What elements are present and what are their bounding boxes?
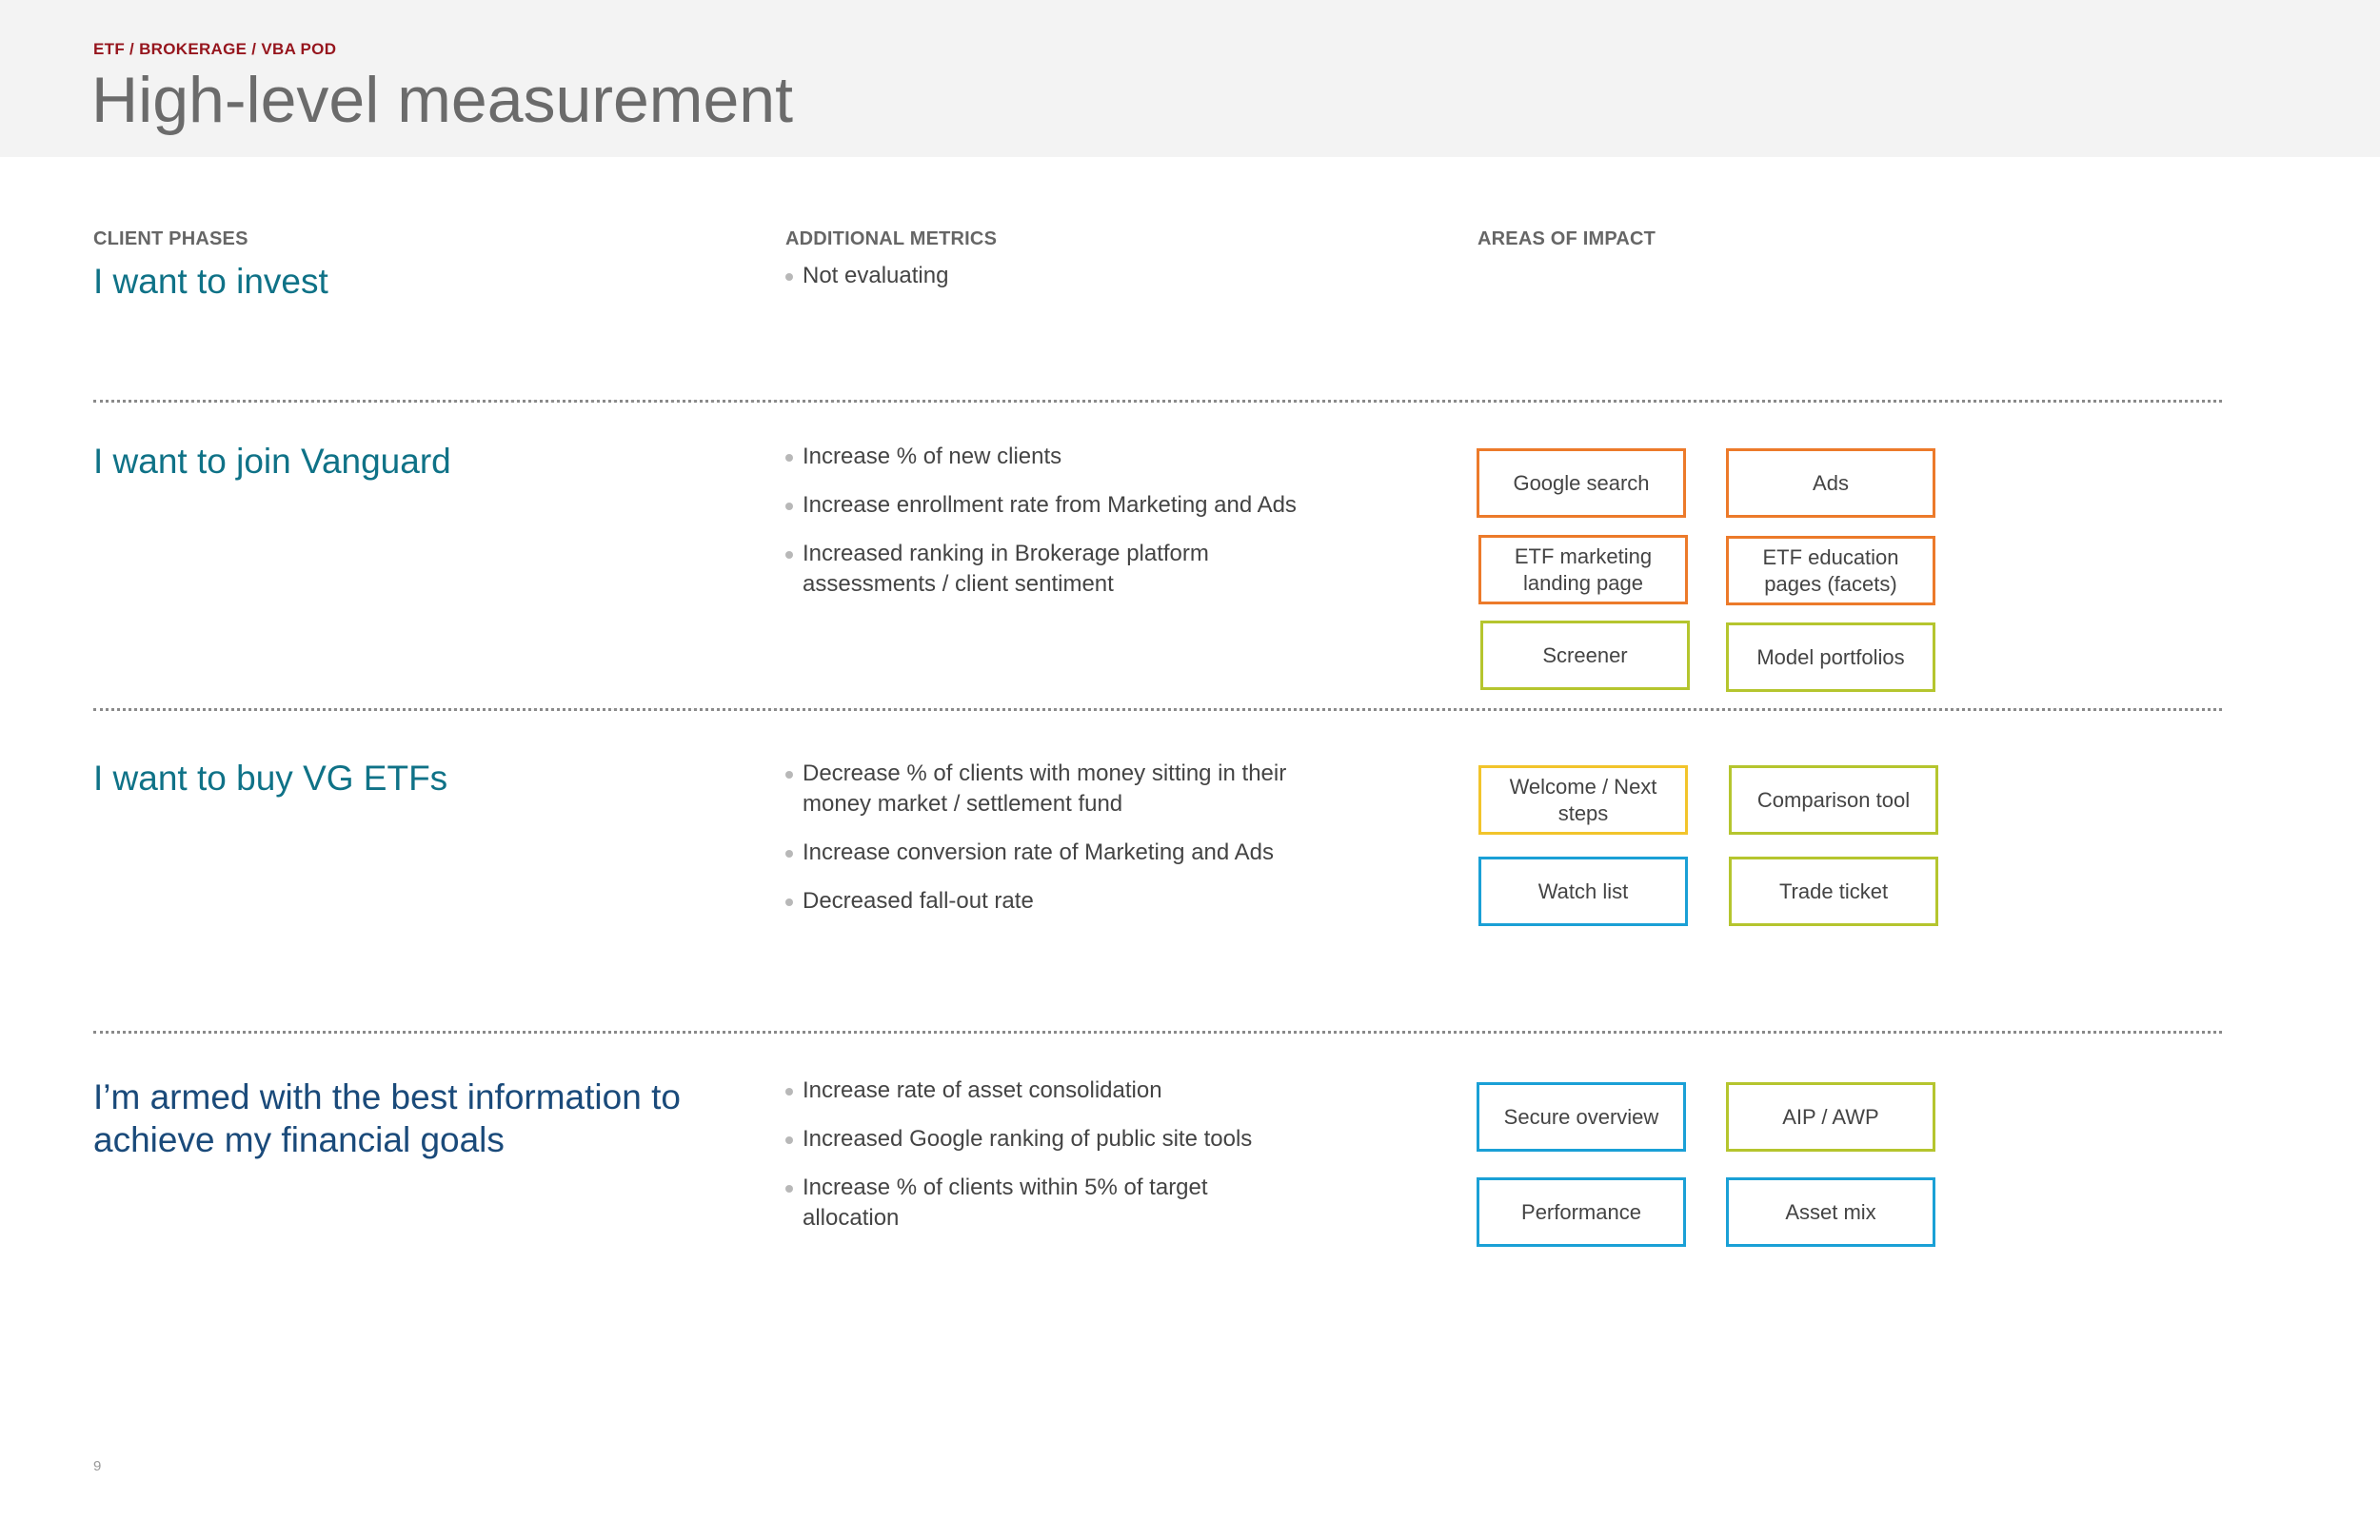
impact-screener: Screener bbox=[1480, 621, 1690, 690]
breadcrumb: ETF / BROKERAGE / VBA POD bbox=[93, 40, 337, 58]
metric-item: Decrease % of clients with money sitting… bbox=[785, 759, 1355, 819]
impact-watch-list: Watch list bbox=[1478, 857, 1688, 926]
bullet-dot-icon bbox=[785, 771, 793, 779]
header-band: ETF / BROKERAGE / VBA POD High-level mea… bbox=[0, 0, 2380, 157]
metrics-list-invest: Not evaluating bbox=[785, 261, 1357, 309]
impact-trade-ticket: Trade ticket bbox=[1729, 857, 1938, 926]
page-title: High-level measurement bbox=[91, 64, 793, 136]
bullet-dot-icon bbox=[785, 1088, 793, 1096]
row-divider bbox=[93, 400, 2222, 403]
metric-item: Decreased fall-out rate bbox=[785, 886, 1357, 917]
row-divider bbox=[93, 1031, 2222, 1034]
metric-text: Increase conversion rate of Marketing an… bbox=[803, 839, 1274, 865]
phase-title-armed-with-information: I’m armed with the best information to a… bbox=[93, 1077, 681, 1159]
bullet-dot-icon bbox=[785, 503, 793, 510]
metric-item: Increased Google ranking of public site … bbox=[785, 1124, 1357, 1155]
metric-text: Decreased fall-out rate bbox=[803, 888, 1034, 914]
metric-text: Increased ranking in Brokerage platform … bbox=[803, 541, 1209, 597]
metric-item: Increase % of new clients bbox=[785, 442, 1357, 472]
metric-item: Increase enrollment rate from Marketing … bbox=[785, 490, 1357, 521]
metrics-list-armed-with-information: Increase rate of asset consolidation Inc… bbox=[785, 1076, 1357, 1252]
impact-asset-mix: Asset mix bbox=[1726, 1177, 1935, 1247]
phase-title-buy-vg-etfs: I want to buy VG ETFs bbox=[93, 759, 448, 798]
page-number: 9 bbox=[93, 1458, 102, 1474]
impact-performance: Performance bbox=[1477, 1177, 1686, 1247]
impact-ads: Ads bbox=[1726, 448, 1935, 518]
impact-secure-overview: Secure overview bbox=[1477, 1082, 1686, 1152]
metric-text: Decrease % of clients with money sitting… bbox=[803, 760, 1287, 817]
metric-text: Increase rate of asset consolidation bbox=[803, 1077, 1162, 1103]
metric-text: Increase % of clients within 5% of targe… bbox=[803, 1175, 1208, 1231]
bullet-dot-icon bbox=[785, 273, 793, 281]
metric-item: Increase % of clients within 5% of targe… bbox=[785, 1173, 1279, 1234]
bullet-dot-icon bbox=[785, 1136, 793, 1144]
impact-google-search: Google search bbox=[1477, 448, 1686, 518]
column-heading-client-phases: CLIENT PHASES bbox=[93, 228, 248, 249]
metric-text: Increase enrollment rate from Marketing … bbox=[803, 492, 1297, 518]
metric-item: Increase conversion rate of Marketing an… bbox=[785, 838, 1357, 868]
metrics-list-join-vanguard: Increase % of new clients Increase enrol… bbox=[785, 442, 1357, 618]
column-heading-additional-metrics: ADDITIONAL METRICS bbox=[785, 228, 998, 249]
bullet-dot-icon bbox=[785, 454, 793, 462]
metric-item: Increased ranking in Brokerage platform … bbox=[785, 539, 1317, 600]
phase-title-invest: I want to invest bbox=[93, 262, 328, 301]
bullet-dot-icon bbox=[785, 850, 793, 858]
row-divider bbox=[93, 708, 2222, 711]
impact-welcome-next-steps: Welcome / Next steps bbox=[1478, 765, 1688, 835]
impact-etf-education-pages: ETF education pages (facets) bbox=[1726, 536, 1935, 605]
metric-item: Not evaluating bbox=[785, 261, 1357, 291]
metric-item: Increase rate of asset consolidation bbox=[785, 1076, 1357, 1106]
column-heading-areas-of-impact: AREAS OF IMPACT bbox=[1478, 228, 1656, 249]
impact-aip-awp: AIP / AWP bbox=[1726, 1082, 1935, 1152]
metric-text: Not evaluating bbox=[803, 263, 949, 288]
impact-comparison-tool: Comparison tool bbox=[1729, 765, 1938, 835]
impact-model-portfolios: Model portfolios bbox=[1726, 622, 1935, 692]
bullet-dot-icon bbox=[785, 898, 793, 906]
metric-text: Increased Google ranking of public site … bbox=[803, 1126, 1253, 1152]
phase-title-join-vanguard: I want to join Vanguard bbox=[93, 442, 451, 481]
bullet-dot-icon bbox=[785, 551, 793, 559]
impact-etf-marketing-landing-page: ETF marketing landing page bbox=[1478, 535, 1688, 604]
bullet-dot-icon bbox=[785, 1185, 793, 1193]
metric-text: Increase % of new clients bbox=[803, 444, 1062, 469]
metrics-list-buy-vg-etfs: Decrease % of clients with money sitting… bbox=[785, 759, 1357, 935]
